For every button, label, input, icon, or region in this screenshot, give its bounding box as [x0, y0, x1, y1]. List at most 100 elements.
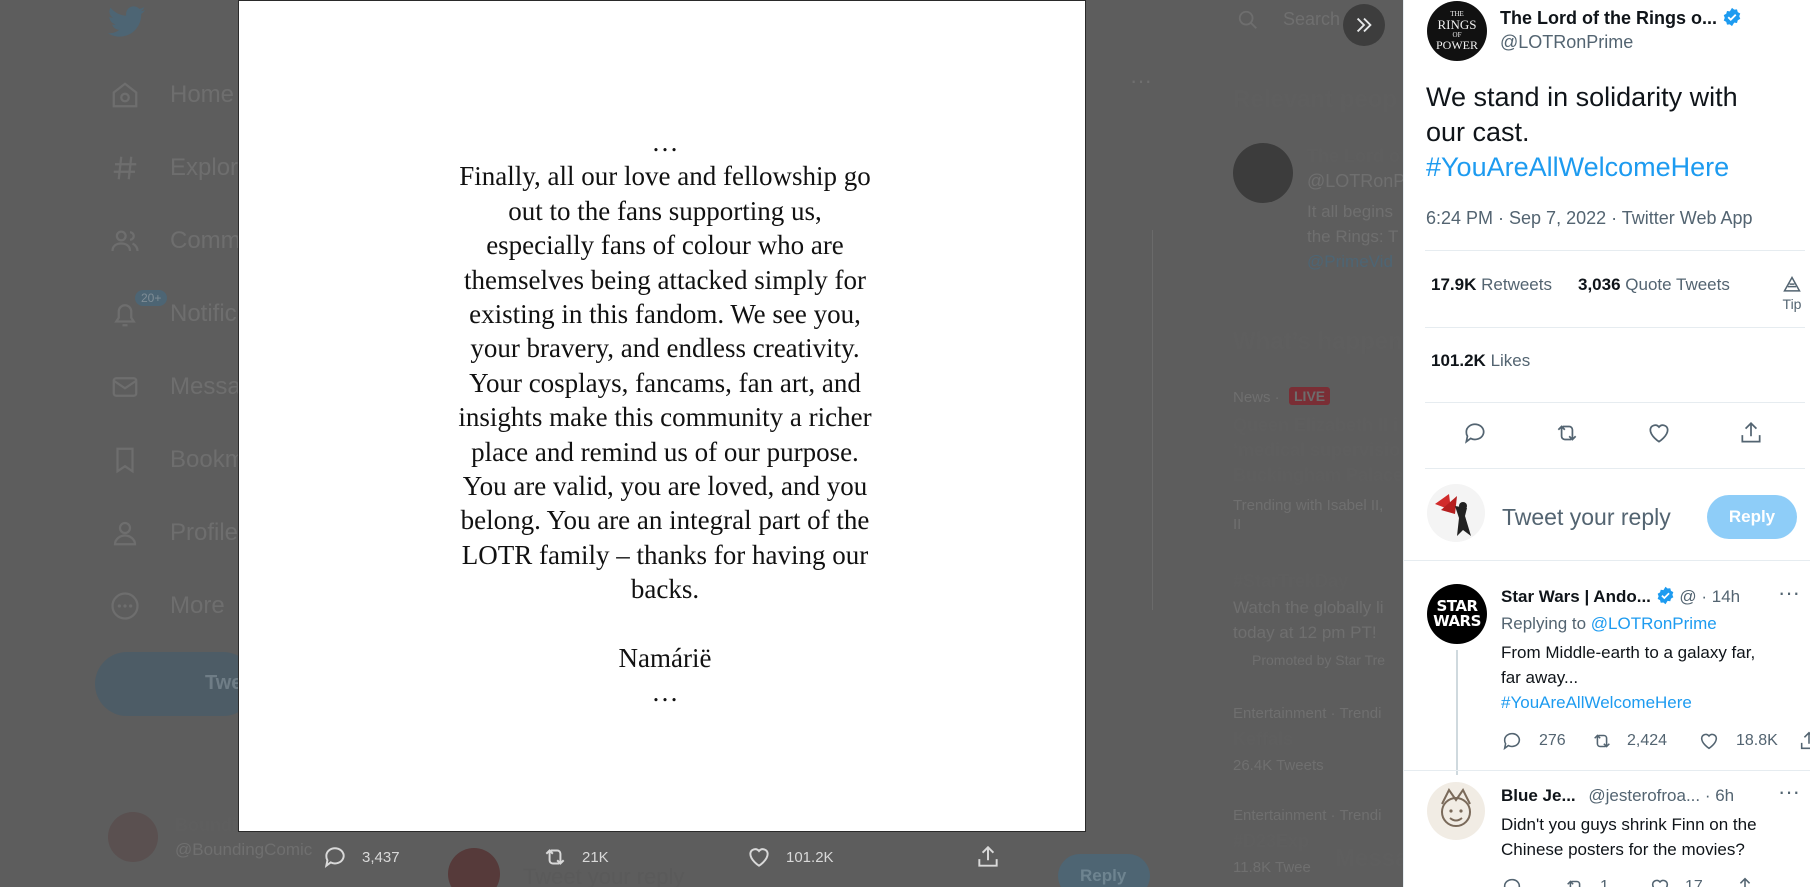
reply-like-button[interactable]: 18.8K [1698, 730, 1778, 752]
trend-title[interactable]: ‘medical supervisio [1233, 440, 1400, 461]
nav-home[interactable]: Home [110, 75, 234, 115]
trend-meta: Entertainment · Trendi [1233, 807, 1382, 824]
retweet-count: 1 [1600, 878, 1609, 887]
letter-line: Your cosplays, fancams, fan art, and [469, 367, 861, 398]
trend-sub: 11.8K Twee [1233, 859, 1311, 876]
letter-line: your bravery, and endless creativity. [470, 333, 860, 364]
retweets-count: 17.9K [1431, 275, 1477, 294]
envelope-icon [112, 377, 138, 397]
share-icon [1800, 731, 1810, 750]
reply-author-name[interactable]: Blue Je... [1501, 786, 1576, 805]
nav-profile[interactable]: Profile [110, 513, 238, 553]
tweet-text: We stand in solidarity with our cast. #Y… [1426, 80, 1738, 185]
trend-sub: 26.4K Tweets [1233, 757, 1324, 774]
letter-line: existing in this fandom. We see you, [469, 299, 861, 330]
retweet-count: 2,424 [1627, 732, 1668, 749]
replying-to-handle[interactable]: @LOTRonPrime [1591, 614, 1717, 633]
reply-reply-button[interactable]: 276 [1501, 730, 1566, 752]
relevant-bio-line: It all begins [1307, 202, 1393, 221]
messages-drawer-title[interactable]: Messa [1335, 845, 1403, 873]
reply-more-icon[interactable]: ··· [1778, 580, 1800, 606]
reply-share-button[interactable] [1734, 876, 1756, 887]
tweet-button[interactable]: Twe [95, 652, 255, 716]
likes-label: Likes [1490, 351, 1531, 370]
trend-sub: II [1233, 516, 1242, 533]
modal-reply-button[interactable]: 3,437 [322, 844, 400, 870]
reply-avatar[interactable] [1427, 782, 1485, 840]
reply-header: Blue Je... @jesterofroa... · 6h [1501, 786, 1734, 806]
nav-notifications[interactable]: Notific [110, 294, 237, 334]
media-image[interactable]: … Finally, all our love and fellowship g… [238, 0, 1086, 832]
modal-retweet-button[interactable]: 21K [542, 844, 609, 870]
column-border [1152, 230, 1153, 610]
reply-retweet-button[interactable]: 2,424 [1591, 730, 1667, 752]
nav-bookmarks[interactable]: Bookm [110, 440, 245, 480]
share-button[interactable] [1738, 420, 1764, 451]
account-avatar[interactable] [108, 812, 158, 862]
notification-badge: 20+ [135, 290, 168, 306]
modal-reply-count: 3,437 [362, 848, 400, 866]
nav-messages[interactable]: Messa [110, 367, 241, 407]
letter-line: belong. You are an integral part of the [460, 505, 870, 536]
live-badge: LIVE [1289, 387, 1331, 405]
quote-tweets-stat[interactable]: 3,036 Quote Tweets [1578, 275, 1730, 295]
trend-promoted: Promoted by Star Tre [1252, 652, 1386, 668]
trend-title[interactable]: Buckingham Palace [1233, 465, 1403, 486]
reply-author-name[interactable]: Star Wars | Ando... [1501, 587, 1651, 606]
reply-share-button[interactable] [1798, 730, 1810, 752]
reply-text-line: Chinese posters for the movies? [1501, 840, 1745, 859]
nav-explore[interactable]: Explore [110, 148, 251, 188]
reply-more-icon[interactable]: ··· [1778, 779, 1800, 805]
nav-more[interactable]: More [110, 586, 225, 626]
reply-like-button[interactable]: 17 [1649, 876, 1703, 887]
bg-reply-button[interactable]: Reply [1058, 854, 1150, 887]
tweet-hashtag[interactable]: #YouAreAllWelcomeHere [1426, 150, 1738, 185]
like-button[interactable] [1646, 420, 1672, 451]
twitter-logo-icon[interactable] [107, 6, 146, 43]
retweets-stat[interactable]: 17.9K Retweets [1431, 275, 1552, 295]
trend-title[interactable]: #D23Exp [1233, 831, 1309, 852]
trend-sub: Watch the globally li [1233, 598, 1384, 617]
nav-label: More [170, 592, 225, 619]
trend-title[interactable]: Keffals [1233, 729, 1293, 750]
relevant-bio-link[interactable]: @PrimeVid [1307, 252, 1393, 272]
reply-hashtag[interactable]: #YouAreAllWelcomeHere [1501, 690, 1755, 715]
collapse-panel-button[interactable] [1343, 4, 1385, 46]
reply-button[interactable] [1462, 420, 1488, 451]
letter-line: backs. [630, 574, 700, 605]
trend-sub: Trending with Isabel II, [1233, 497, 1384, 514]
modal-share-button[interactable] [975, 844, 1001, 870]
relevant-bio-line: the Rings: T [1307, 227, 1399, 246]
reply-reply-button[interactable] [1501, 876, 1523, 887]
search-input[interactable]: Search [1283, 9, 1340, 30]
nav-communities[interactable]: Comm [110, 221, 241, 261]
trend-title[interactable]: #StarTrekDay [1233, 571, 1348, 592]
retweet-icon [1557, 425, 1577, 441]
likes-stat[interactable]: 101.2K Likes [1431, 351, 1530, 371]
retweet-button[interactable] [1554, 420, 1580, 451]
letter-ellipsis-bottom: … [651, 677, 679, 708]
relevant-name[interactable]: The Lord of [1307, 146, 1403, 167]
author-avatar[interactable]: THE RINGS OF POWER [1427, 1, 1487, 61]
compose-avatar[interactable] [1427, 484, 1485, 542]
tip-button[interactable]: Tip [1782, 275, 1802, 312]
relevant-avatar[interactable] [1233, 143, 1293, 203]
trend-title[interactable]: Queen Elizabeth II i [1233, 415, 1398, 436]
reply-icon [324, 847, 345, 868]
reply-avatar[interactable]: STAR WARS [1427, 584, 1487, 644]
author-handle[interactable]: @LOTRonPrime [1500, 32, 1633, 53]
reply-handle-time[interactable]: @ · 14h [1679, 587, 1740, 606]
reply-retweet-button[interactable]: 1 [1564, 876, 1609, 887]
reply-input[interactable]: Tweet your reply [1502, 504, 1671, 531]
divider [1425, 250, 1805, 251]
modal-like-button[interactable]: 101.2K [746, 844, 834, 870]
verified-badge-icon [1657, 586, 1673, 605]
tweet-timestamp[interactable]: 6:24 PM · Sep 7, 2022 · Twitter Web App [1426, 208, 1753, 229]
author-name[interactable]: The Lord of the Rings o... [1500, 7, 1742, 29]
replying-label: Replying to [1501, 614, 1587, 633]
trend-meta: News · [1233, 389, 1280, 406]
more-options-icon[interactable]: ··· [1130, 68, 1152, 94]
letter-line: LOTR family – thanks for having our [461, 539, 869, 570]
reply-handle-time[interactable]: @jesterofroa... · 6h [1588, 786, 1734, 805]
reply-submit-button[interactable]: Reply [1707, 495, 1797, 539]
